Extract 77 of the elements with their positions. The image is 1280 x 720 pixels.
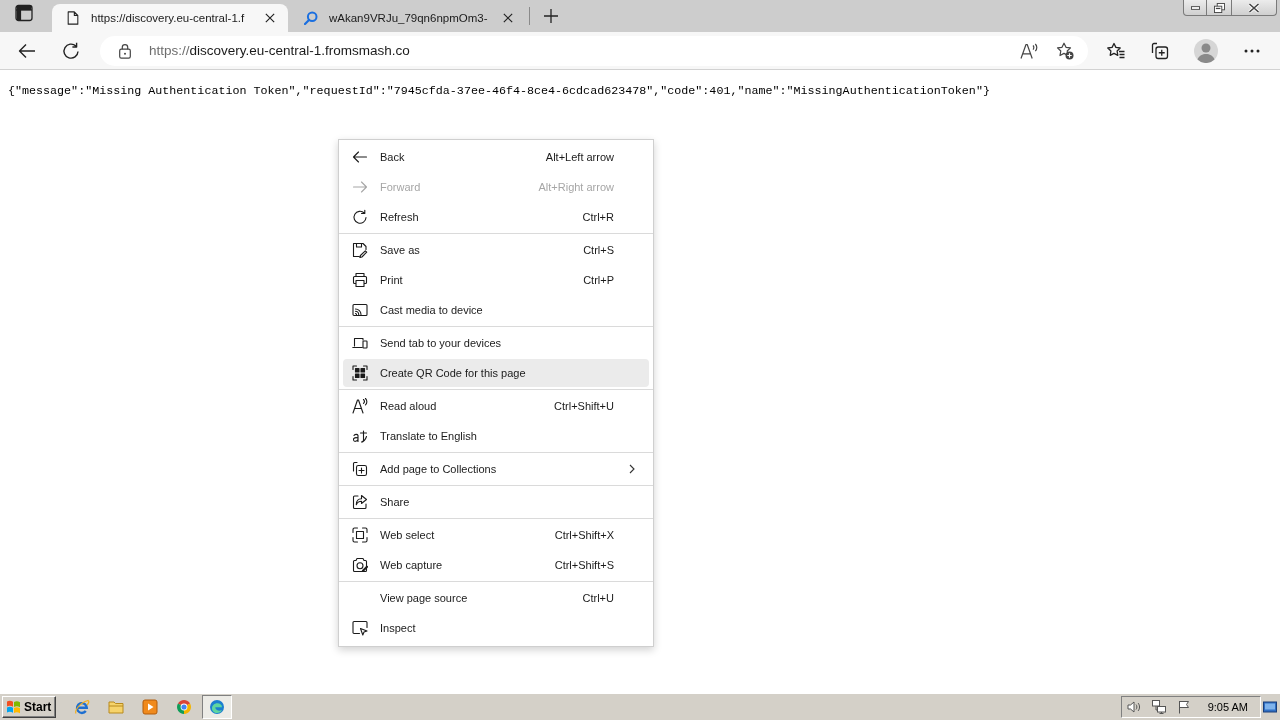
avatar-icon[interactable] (1194, 38, 1218, 63)
minimize-button[interactable] (1183, 0, 1207, 16)
browser-tab[interactable]: https://discovery.eu-central-1.f (52, 4, 288, 32)
back-arrow-icon (352, 149, 368, 165)
close-window-button[interactable] (1232, 0, 1277, 16)
lock-icon (119, 42, 131, 59)
clock-text: 9:05 AM (1207, 701, 1248, 713)
read-aloud-icon (352, 398, 368, 414)
edge-icon[interactable] (202, 695, 233, 719)
menu-item[interactable]: Create QR Code for this page (343, 359, 649, 387)
star-plus-icon[interactable] (1056, 41, 1074, 60)
shortcut-text: Ctrl+P (583, 274, 614, 286)
show-desktop-icon[interactable] (1263, 700, 1277, 714)
refresh-icon[interactable] (62, 41, 80, 60)
menu-item[interactable]: Translate to English (343, 422, 649, 450)
inspect-icon (352, 620, 368, 636)
menu-item[interactable]: Add page to Collections (343, 455, 649, 483)
menu-item[interactable]: Cast media to device (343, 296, 649, 324)
collections-icon[interactable] (1151, 41, 1169, 60)
address-bar[interactable]: https://discovery.eu-central-1.fromsmash.co (100, 35, 1088, 66)
search-icon (304, 11, 318, 25)
menu-item[interactable]: Web capture Ctrl+Shift+S (343, 551, 649, 579)
save-icon (352, 242, 368, 258)
menu-item[interactable]: View page source Ctrl+U (343, 584, 649, 612)
menu-item[interactable]: Share (343, 488, 649, 516)
collections-icon (352, 461, 368, 477)
menu-item[interactable]: Refresh Ctrl+R (343, 203, 649, 231)
shortcut-text: Ctrl+R (582, 211, 614, 223)
shortcut-text: Alt+Left arrow (545, 151, 614, 163)
camera-pen-icon (352, 557, 368, 573)
media-player-icon[interactable] (142, 699, 159, 715)
share-icon (352, 494, 368, 510)
start-button[interactable]: Start (2, 696, 57, 718)
close-icon[interactable] (503, 13, 513, 23)
printer-icon (352, 272, 368, 288)
more-icon[interactable] (1244, 48, 1260, 53)
speaker-icon[interactable] (1126, 700, 1141, 714)
windows-logo-icon (6, 699, 22, 715)
laptop-phone-icon (352, 335, 368, 351)
close-icon[interactable] (265, 13, 275, 23)
shortcut-text: Ctrl+Shift+X (554, 529, 614, 541)
shortcut-text: Ctrl+Shift+S (554, 559, 614, 571)
shortcut-text: Ctrl+S (583, 244, 614, 256)
menu-item[interactable]: Send tab to your devices (343, 329, 649, 357)
url-text: https://discovery.eu-central-1.fromsmash.co (149, 43, 410, 58)
browser-tab[interactable]: wAkan9VRJu_79qn6npmOm3- (290, 4, 526, 32)
menu-item[interactable]: Back Alt+Left arrow (343, 143, 649, 171)
shortcut-text: Alt+Right arrow (538, 181, 614, 193)
read-aloud-icon[interactable] (1020, 42, 1038, 59)
menu-item[interactable]: Inspect (343, 614, 649, 642)
select-area-icon (352, 527, 368, 543)
close-icon (1248, 2, 1260, 13)
menu-item[interactable]: Print Ctrl+P (343, 266, 649, 294)
refresh-icon (352, 209, 368, 225)
restore-icon (1213, 2, 1225, 13)
chrome-icon[interactable] (176, 699, 193, 715)
network-icon[interactable] (1151, 700, 1166, 714)
restore-button[interactable] (1207, 0, 1232, 16)
chevron-right-icon (628, 464, 635, 474)
tab-panel-icon[interactable] (15, 3, 33, 22)
shortcut-text: Ctrl+Shift+U (554, 400, 614, 412)
qr-code-icon (352, 365, 368, 381)
menu-item[interactable]: Web select Ctrl+Shift+X (343, 521, 649, 549)
browser-e-icon[interactable] (74, 699, 91, 715)
shortcut-text: Ctrl+U (582, 592, 614, 604)
page-icon (66, 11, 80, 25)
flag-icon[interactable] (1176, 700, 1191, 714)
plus-icon[interactable] (544, 9, 558, 23)
minimize-icon (1190, 5, 1200, 10)
back-icon[interactable] (18, 41, 36, 60)
json-response-text: {"message":"Missing Authentication Token","requestId":"7945cfda-37ee-46f4-8ce4-6cdcad623478","code":401,"name":"MissingAuthenticationToken"} (8, 84, 991, 98)
cast-icon (352, 302, 368, 318)
menu-item[interactable]: Read aloud Ctrl+Shift+U (343, 392, 649, 420)
favorites-icon[interactable] (1107, 41, 1125, 60)
menu-item[interactable]: Save as Ctrl+S (343, 236, 649, 264)
forward-arrow-icon (352, 179, 368, 195)
translate-icon (352, 428, 368, 444)
